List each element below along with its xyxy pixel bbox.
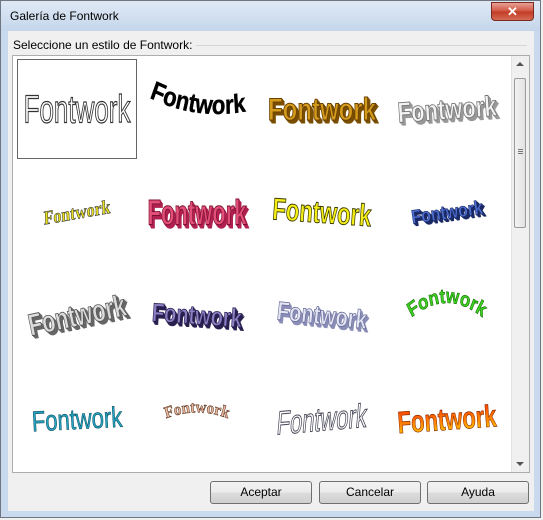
fontwork-style-gold-3d[interactable]: Fontwork Fontwork Fontwork Fontwork — [262, 59, 382, 159]
scrollbar-thumb[interactable] — [514, 78, 526, 228]
fontwork-preview: FontworkFontworkFontworkFontwork — [410, 196, 488, 231]
fontwork-style-fire-gradient[interactable]: Fontwork — [387, 369, 507, 469]
fontwork-preview-text: Fontwork — [275, 397, 369, 443]
scroll-up-arrow-icon[interactable] — [516, 62, 524, 66]
help-button[interactable]: Ayuda — [427, 481, 529, 504]
fontwork-preview: FontworkFontworkFontworkFontwork — [275, 296, 370, 338]
fontwork-preview-text: Fontwork — [396, 399, 497, 440]
fontwork-preview: Fontwork — [275, 397, 370, 443]
fontwork-preview: Fontwork — [403, 284, 491, 322]
fontwork-style-teal-wave[interactable]: Fontwork — [17, 369, 137, 469]
grip-line — [518, 153, 523, 154]
vertical-scrollbar[interactable] — [511, 56, 529, 472]
fontwork-preview-text: Fontwork — [31, 402, 123, 438]
grip-line — [518, 151, 523, 152]
fontwork-preview: Fontwork — [271, 191, 373, 233]
fontwork-preview: Fontwork — [396, 398, 498, 440]
fontwork-preview: Fontwork — [23, 88, 131, 133]
fontwork-preview: FontworkFontworkFontworkFontwork — [268, 91, 380, 130]
fontwork-preview-text: Fontwork — [268, 92, 376, 127]
fontwork-preview-text: Fontwork — [148, 193, 247, 233]
fontwork-preview-text: Fontwork — [146, 76, 251, 127]
ok-button[interactable]: Aceptar — [210, 481, 312, 504]
fontwork-style-outline-slant[interactable]: Fontwork — [262, 369, 382, 469]
fontwork-preview: Fontwork — [31, 402, 124, 439]
fontwork-preview: FontworkFontworkFontworkFontwork — [151, 297, 246, 336]
fontwork-gallery-dialog: Galería de Fontwork ✕ Seleccione un esti… — [0, 0, 541, 518]
fontwork-style-green-arch[interactable]: Fontwork — [387, 265, 507, 365]
fontwork-style-yellow-slant[interactable]: Fontwork — [17, 162, 137, 262]
dialog-body: Seleccione un estilo de Fontwork: Fontwo… — [8, 31, 534, 511]
fontwork-gallery: Fontwork Fontwork Fontwork Fontwork Fontwork… — [12, 55, 530, 473]
fontwork-style-brown-arch[interactable]: Fontwork — [137, 369, 257, 469]
close-button[interactable]: ✕ — [491, 2, 534, 21]
fontwork-preview-text: Fontwork — [151, 297, 243, 332]
fontwork-style-purple-3d[interactable]: Fontwork Fontwork Fontwork Fontwork — [137, 265, 257, 365]
fontwork-style-lavender-3d[interactable]: Fontwork Fontwork Fontwork Fontwork — [262, 265, 382, 365]
gallery-group-label: Seleccione un estilo de Fontwork: — [13, 38, 197, 52]
window-title: Galería de Fontwork — [10, 9, 119, 23]
fontwork-preview-text: Fontwork — [271, 192, 372, 233]
fontwork-preview: Fontwork — [162, 398, 232, 423]
fontwork-preview: Fontwork — [146, 75, 251, 127]
title-bar[interactable]: Galería de Fontwork ✕ — [1, 1, 540, 31]
fontwork-style-grey-3d[interactable]: Fontwork Fontwork Fontwork Fontwork — [17, 265, 137, 365]
cancel-button[interactable]: Cancelar — [319, 481, 421, 504]
fontwork-style-silver-3d[interactable]: Fontwork Fontwork Fontwork Fontwork — [387, 59, 507, 159]
fontwork-style-blue-slant[interactable]: Fontwork Fontwork Fontwork Fontwork — [387, 162, 507, 262]
fontwork-preview-text: Fontwork — [43, 195, 110, 229]
fontwork-style-outline[interactable]: Fontwork — [17, 59, 137, 159]
fontwork-preview-text: Fontwork — [162, 399, 231, 423]
grip-line — [518, 149, 523, 150]
scroll-down-arrow-icon[interactable] — [516, 462, 524, 466]
gallery-grid: Fontwork Fontwork Fontwork Fontwork Fontwork… — [17, 59, 506, 471]
fontwork-preview-text: Fontwork — [403, 284, 491, 321]
fontwork-preview: FontworkFontworkFontworkFontwork — [147, 193, 250, 237]
fontwork-preview: FontworkFontworkFontworkFontwork — [25, 288, 133, 346]
fontwork-preview-text: Fontwork — [24, 89, 131, 133]
fontwork-style-pink-perspective[interactable]: Fontwork Fontwork Fontwork Fontwork — [137, 162, 257, 262]
fontwork-preview: Fontwork — [43, 195, 111, 229]
fontwork-preview: FontworkFontworkFontworkFontwork — [396, 90, 501, 132]
fontwork-style-yellow-wave[interactable]: Fontwork — [262, 162, 382, 262]
fontwork-style-black-wave[interactable]: Fontwork — [137, 59, 257, 159]
